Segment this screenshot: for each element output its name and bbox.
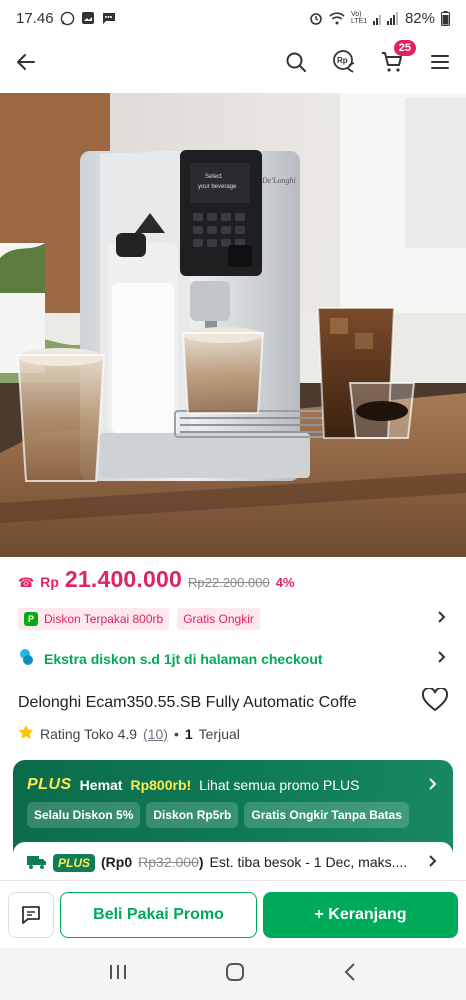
chevron-right-icon: [425, 777, 439, 794]
product-title-row: Delonghi Ecam350.55.SB Fully Automatic C…: [18, 686, 449, 717]
cart-count-badge: 25: [393, 40, 416, 56]
promo-chat-button[interactable]: Rp: [330, 48, 358, 76]
shipping-eta: Est. tiba besok - 1 Dec, maks....: [209, 854, 408, 870]
menu-icon: [431, 55, 449, 69]
price-tag-icon: ☎: [18, 575, 35, 590]
rating-row: Rating Toko 4.9 (10) • 1 Terjual: [18, 724, 240, 743]
bottom-action-bar: Beli Pakai Promo + Keranjang: [0, 880, 466, 948]
topbar-actions: Rp 25: [282, 40, 454, 76]
search-button[interactable]: [282, 48, 310, 76]
product-title: Delonghi Ecam350.55.SB Fully Automatic C…: [18, 693, 357, 711]
product-image[interactable]: Select your beverage De'Longhi: [0, 93, 466, 557]
system-back-icon: [344, 962, 355, 981]
sold-label: Terjual: [198, 725, 240, 742]
machine-screen-text-1: Select: [205, 174, 222, 180]
price-row: ☎ Rp 21.400.000 Rp22.200.000 4%: [18, 566, 294, 593]
extra-discount-row[interactable]: Ekstra diskon s.d 1jt di halaman checkou…: [18, 648, 448, 669]
sold-count: 1: [184, 725, 193, 742]
status-right: Vo) LTE1 82%: [309, 10, 450, 27]
price-discount: 4%: [275, 575, 295, 590]
wishlist-heart-icon[interactable]: [421, 686, 449, 717]
plus-chip: Diskon Rp5rb: [146, 802, 239, 828]
star-icon: [18, 724, 34, 743]
promo-chip-discount: P Diskon Terpakai 800rb: [18, 608, 170, 630]
buy-with-promo-button[interactable]: Beli Pakai Promo: [60, 891, 257, 938]
back-arrow-icon: [17, 54, 35, 70]
extra-discount-label: Ekstra diskon s.d 1jt di halaman checkou…: [44, 650, 323, 667]
back-button[interactable]: [12, 48, 40, 76]
status-left: 17.46: [16, 10, 116, 27]
promo-chip-shipping: Gratis Ongkir: [177, 608, 260, 630]
recent-apps-button[interactable]: [108, 963, 128, 986]
plus-see-all: Lihat semua promo PLUS: [199, 777, 360, 793]
plus-amount: Rp800rb!: [130, 777, 192, 793]
whatsapp-icon: [60, 11, 75, 26]
add-to-cart-button[interactable]: + Keranjang: [263, 891, 458, 938]
status-time: 17.46: [16, 9, 54, 27]
signal-icon: [372, 11, 399, 25]
search-icon: [286, 52, 306, 72]
system-nav-bar: [0, 948, 466, 1000]
truck-icon: [27, 854, 47, 873]
lte-label: Vo) LTE1: [350, 11, 368, 25]
coffee-machine-illustration: Select your beverage De'Longhi: [0, 93, 466, 557]
status-bar: 17.46 Vo) LTE1 82%: [0, 0, 466, 36]
message-icon: [101, 11, 116, 25]
alarm-icon: [309, 11, 323, 25]
shipping-price: (Rp0: [101, 854, 133, 870]
plus-mini-logo: PLUS: [53, 854, 96, 872]
promo-chip-discount-label: Diskon Terpakai 800rb: [44, 612, 164, 626]
machine-brand-text: De'Longhi: [261, 176, 296, 185]
wifi-icon: [329, 11, 345, 25]
plus-header: PLUS Hemat Rp800rb! Lihat semua promo PL…: [27, 776, 439, 794]
plus-hemat-label: Hemat: [79, 777, 123, 793]
battery-icon: [441, 10, 450, 26]
store-rating-label: Rating Toko 4.9: [40, 725, 138, 742]
top-navigation: Rp 25: [0, 36, 466, 88]
plus-benefit-chips: Selalu Diskon 5% Diskon Rp5rb Gratis Ong…: [27, 802, 409, 828]
home-button[interactable]: [225, 962, 245, 987]
svg-text:Rp: Rp: [337, 56, 348, 65]
plus-logo: PLUS: [27, 776, 72, 793]
sold-separator: •: [173, 725, 179, 742]
review-count-link[interactable]: (10): [143, 726, 168, 742]
recent-apps-icon: [110, 964, 127, 979]
shipping-price-close: ): [198, 854, 204, 870]
price-current: 21.400.000: [64, 566, 182, 592]
chat-button[interactable]: [8, 891, 54, 938]
menu-button[interactable]: [426, 48, 454, 76]
cart-button[interactable]: 25: [378, 40, 416, 76]
plus-chip: Selalu Diskon 5%: [27, 802, 141, 828]
system-back-button[interactable]: [342, 962, 358, 987]
promo-chips-row[interactable]: P Diskon Terpakai 800rb Gratis Ongkir: [18, 608, 448, 630]
promo-chip-shipping-label: Gratis Ongkir: [183, 612, 254, 626]
chevron-right-icon: [425, 854, 439, 871]
tokopedia-icon: P: [24, 612, 38, 626]
chat-icon: [22, 905, 40, 924]
plus-chip: Gratis Ongkir Tanpa Batas: [244, 802, 409, 828]
gallery-icon: [81, 11, 95, 25]
chevron-right-icon: [434, 650, 448, 667]
promo-chat-icon: Rp: [333, 50, 355, 73]
price-original: Rp22.200.000: [188, 575, 270, 590]
price-currency: Rp: [40, 574, 59, 590]
chevron-right-icon: [434, 610, 448, 629]
battery-percent: 82%: [404, 9, 435, 27]
home-icon: [225, 962, 244, 981]
shipping-old-price: Rp32.000: [138, 854, 199, 870]
machine-screen-text-2: your beverage: [198, 184, 237, 190]
discount-drop-icon: [18, 648, 36, 669]
